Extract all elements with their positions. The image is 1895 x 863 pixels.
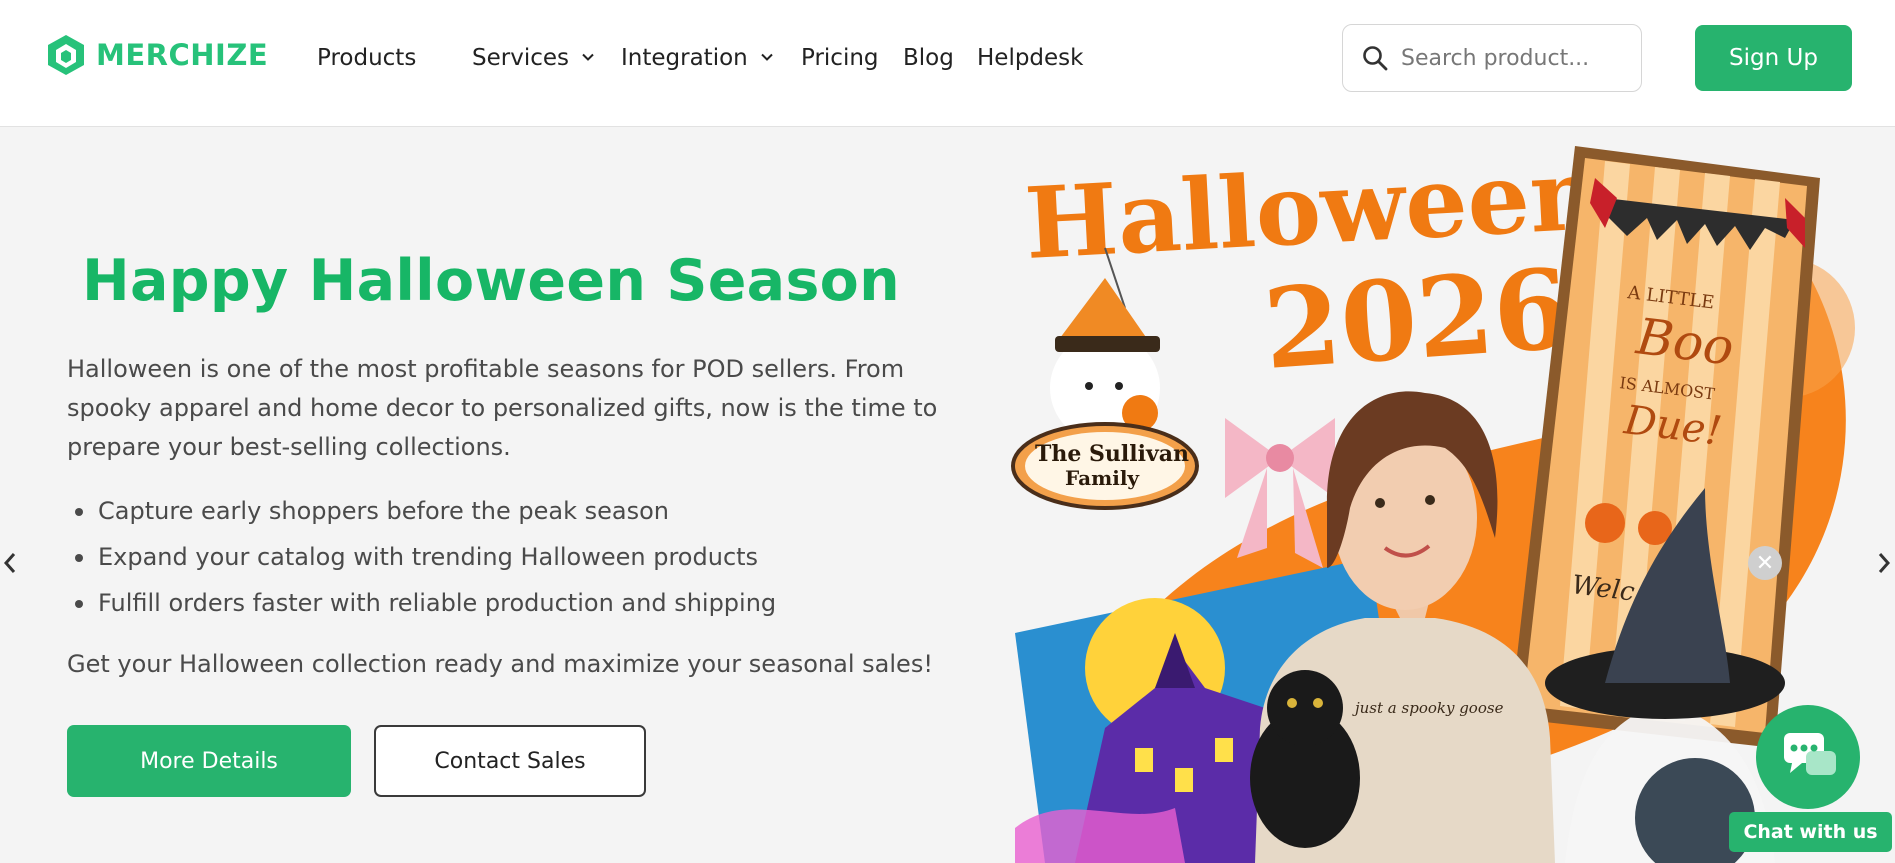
nav-services[interactable]: Services bbox=[472, 40, 595, 76]
nav-integration[interactable]: Integration bbox=[621, 40, 774, 76]
shirt-text: just a spooky goose bbox=[1352, 699, 1504, 717]
nav-helpdesk[interactable]: Helpdesk bbox=[977, 40, 1084, 76]
contact-sales-button[interactable]: Contact Sales bbox=[374, 725, 646, 797]
brand-name: MERCHIZE bbox=[96, 38, 269, 72]
nav-products-label: Products bbox=[317, 45, 417, 71]
hero-title: Happy Halloween Season bbox=[82, 248, 901, 314]
chat-icon bbox=[1784, 733, 1836, 775]
search-input[interactable] bbox=[1401, 45, 1621, 71]
carousel-next-icon[interactable] bbox=[1874, 548, 1894, 578]
nav-services-label: Services bbox=[472, 45, 569, 71]
chat-widget-button[interactable] bbox=[1756, 705, 1860, 809]
list-item: Expand your catalog with trending Hallow… bbox=[67, 534, 776, 580]
nav-blog-label: Blog bbox=[903, 45, 954, 71]
nav-integration-label: Integration bbox=[621, 45, 748, 71]
banner-text-2: Boo bbox=[1633, 307, 1737, 377]
nav-pricing[interactable]: Pricing bbox=[801, 40, 879, 76]
hero-slide: Happy Halloween Season Halloween is one … bbox=[0, 128, 1895, 863]
more-details-button[interactable]: More Details bbox=[67, 725, 351, 797]
top-navbar: MERCHIZE Products Services Integration P… bbox=[0, 0, 1895, 127]
nav-blog[interactable]: Blog bbox=[903, 40, 954, 76]
hero-cta-text: Get your Halloween collection ready and … bbox=[67, 650, 933, 678]
hero-description: Halloween is one of the most profitable … bbox=[67, 355, 938, 461]
chat-with-us-button[interactable]: Chat with us bbox=[1729, 812, 1892, 852]
hero-bullet-list: Capture early shoppers before the peak s… bbox=[67, 488, 776, 626]
list-item: Fulfill orders faster with reliable prod… bbox=[67, 580, 776, 626]
sign-up-button[interactable]: Sign Up bbox=[1695, 25, 1852, 91]
halloween-product-collage: Halloween 2026 A LITTLE Boo IS ALMOST Du… bbox=[1011, 137, 1855, 863]
nav-products[interactable]: Products bbox=[317, 40, 416, 76]
merchize-logo-icon bbox=[48, 35, 84, 75]
family-plaque-ornament: The Sullivan Family bbox=[1011, 247, 1199, 510]
search-icon bbox=[1363, 46, 1388, 71]
plaque-text-2: Family bbox=[1065, 466, 1140, 490]
chevron-down-icon bbox=[582, 53, 594, 61]
close-icon[interactable]: ✕ bbox=[1748, 546, 1782, 580]
plaque-text-1: The Sullivan bbox=[1035, 441, 1189, 467]
merchize-logo[interactable]: MERCHIZE bbox=[44, 33, 268, 77]
headline-year: 2026 bbox=[1260, 244, 1574, 394]
list-item: Capture early shoppers before the peak s… bbox=[67, 488, 776, 534]
chevron-down-icon bbox=[761, 53, 773, 61]
nav-pricing-label: Pricing bbox=[801, 45, 879, 71]
nav-helpdesk-label: Helpdesk bbox=[977, 45, 1084, 71]
carousel-prev-icon[interactable] bbox=[0, 548, 20, 578]
search-box bbox=[1342, 24, 1642, 92]
